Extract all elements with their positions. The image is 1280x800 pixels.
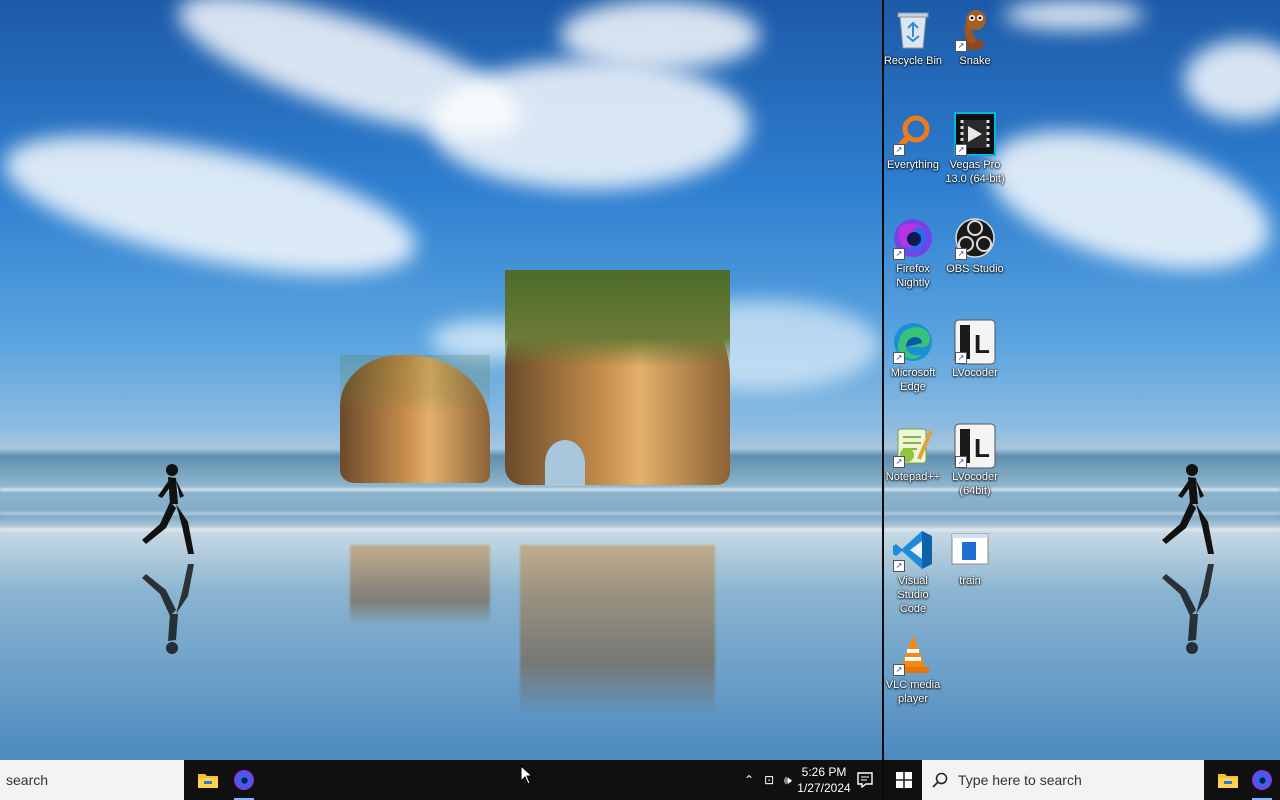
runner-reflection	[142, 564, 194, 654]
search-placeholder: Type here to search	[958, 772, 1082, 788]
desktop-icon-snake[interactable]: ↗ Snake	[945, 8, 1005, 68]
network-icon[interactable]: ⊡	[764, 773, 774, 787]
runner-silhouette	[142, 464, 194, 554]
search-placeholder: search	[6, 772, 49, 788]
cloud	[1004, 0, 1144, 30]
runner-silhouette	[1162, 464, 1214, 554]
desktop-icon-train[interactable]: train	[940, 528, 1000, 588]
firefox-nightly-icon	[1252, 770, 1272, 790]
file-explorer-icon	[1218, 774, 1238, 788]
wave	[884, 512, 1280, 515]
clock-time: 5:26 PM	[801, 765, 847, 779]
desktop-icon-label: OBS Studio	[946, 263, 1004, 275]
wave	[884, 488, 1280, 491]
train-file-icon	[948, 528, 992, 572]
edge-icon: ↗	[891, 320, 935, 364]
taskbar-search-box[interactable]: search	[0, 760, 184, 800]
windows-logo-icon	[896, 772, 912, 788]
notification-icon	[857, 772, 873, 788]
desktop-icon-label: Snake	[959, 55, 991, 67]
firefox-nightly-icon	[234, 770, 254, 790]
desktop-icon-lvocoder[interactable]: L ↗ LVocoder	[945, 319, 1005, 380]
shortcut-arrow-icon: ↗	[955, 144, 967, 156]
desktop-icon-firefox-nightly[interactable]: ↗ Firefox Nightly	[883, 216, 943, 290]
clock-date: 1/27/2024	[797, 781, 851, 795]
snake-icon: ↗	[953, 8, 997, 52]
desktop-icon-obs-studio[interactable]: ↗ OBS Studio	[945, 216, 1005, 276]
desktop-icon-label: LVocoder	[952, 367, 998, 379]
taskbar-right: Type here to search	[884, 760, 1280, 800]
show-hidden-icons-chevron-icon[interactable]: ⌃	[744, 773, 754, 787]
desktop-icon-vscode[interactable]: ↗ Visual Studio Code	[883, 528, 943, 616]
cloud	[560, 0, 760, 70]
svg-text:L: L	[974, 433, 990, 463]
left-monitor-desktop[interactable]	[0, 0, 882, 760]
action-center-button[interactable]	[850, 760, 880, 800]
mouse-cursor-icon	[520, 765, 534, 785]
taskbar-search-box[interactable]: Type here to search	[922, 760, 1204, 800]
desktop-icon-label: VLC media player	[885, 679, 941, 705]
obs-studio-icon: ↗	[953, 216, 997, 260]
vegas-pro-icon: ↗	[953, 112, 997, 156]
cloud	[430, 60, 750, 190]
taskbar-firefox-nightly-button[interactable]	[226, 760, 262, 800]
taskbar-left: search ⌃ ⊡ 🕪 5:26 PM 1/27/2024	[0, 760, 882, 800]
shortcut-arrow-icon: ↗	[955, 40, 967, 52]
notepad-plus-plus-icon: ↗	[891, 424, 935, 468]
desktop-icon-label: train	[959, 575, 981, 587]
rock-reflection	[350, 545, 490, 625]
rock-reflection	[520, 545, 715, 715]
shortcut-arrow-icon: ↗	[893, 352, 905, 364]
taskbar-file-explorer-button[interactable]	[190, 760, 226, 800]
shortcut-arrow-icon: ↗	[893, 560, 905, 572]
arch-sea-stack	[505, 270, 730, 485]
shortcut-arrow-icon: ↗	[893, 664, 905, 676]
shortcut-arrow-icon: ↗	[893, 144, 905, 156]
lvocoder-64-icon: L ↗	[953, 423, 997, 469]
taskbar-clock[interactable]: 5:26 PM 1/27/2024	[796, 764, 852, 796]
desktop-icon-label: Microsoft Edge	[890, 367, 936, 393]
firefox-nightly-icon: ↗	[891, 216, 935, 260]
start-button[interactable]	[886, 760, 922, 800]
file-explorer-icon	[198, 774, 218, 788]
desktop-icon-microsoft-edge[interactable]: ↗ Microsoft Edge	[883, 320, 943, 394]
desktop-icon-label: LVocoder (64bit)	[952, 471, 998, 497]
right-monitor-desktop[interactable]	[884, 0, 1280, 760]
desktop-icon-notepad-plus-plus[interactable]: ↗ Notepad++	[883, 424, 943, 484]
desktop-icon-label: Notepad++	[885, 471, 941, 483]
system-tray: ⌃ ⊡ 🕪	[744, 760, 792, 800]
desktop-icon-vlc[interactable]: ↗ VLC media player	[883, 632, 943, 706]
vlc-icon: ↗	[891, 632, 935, 676]
wave	[0, 528, 882, 531]
desktop-icon-lvocoder-64bit[interactable]: L ↗ LVocoder (64bit)	[945, 423, 1005, 498]
shortcut-arrow-icon: ↗	[955, 456, 967, 468]
volume-icon[interactable]: 🕪	[784, 773, 792, 788]
desktop-icon-vegas-pro[interactable]: ↗ Vegas Pro 13.0 (64-bit)	[945, 112, 1005, 186]
shortcut-arrow-icon: ↗	[955, 352, 967, 364]
desktop-icon-label: Everything	[887, 159, 939, 171]
small-sea-stack	[340, 355, 490, 483]
runner-reflection	[1162, 564, 1214, 654]
desktop-icon-label: Recycle Bin	[883, 55, 943, 67]
desktop-icon-label: Visual Studio Code	[897, 575, 929, 615]
desktop-icon-label: Firefox Nightly	[896, 263, 930, 289]
desktop-icon-label: Vegas Pro 13.0 (64-bit)	[945, 159, 1005, 185]
search-icon	[932, 772, 948, 788]
rock-arch-opening	[545, 440, 585, 486]
wave	[0, 488, 882, 491]
shortcut-arrow-icon: ↗	[955, 248, 967, 260]
recycle-bin-icon	[891, 8, 935, 52]
taskbar-firefox-nightly-button[interactable]	[1244, 760, 1280, 800]
shortcut-arrow-icon: ↗	[893, 456, 905, 468]
wave	[0, 512, 882, 515]
lvocoder-icon: L ↗	[953, 319, 997, 365]
taskbar-file-explorer-button[interactable]	[1210, 760, 1246, 800]
vscode-icon: ↗	[891, 528, 935, 572]
desktop-icon-everything[interactable]: ↗ Everything	[883, 112, 943, 172]
desktop-icon-recycle-bin[interactable]: Recycle Bin	[883, 8, 943, 68]
everything-search-icon: ↗	[891, 112, 935, 156]
svg-text:L: L	[974, 329, 990, 359]
shortcut-arrow-icon: ↗	[893, 248, 905, 260]
